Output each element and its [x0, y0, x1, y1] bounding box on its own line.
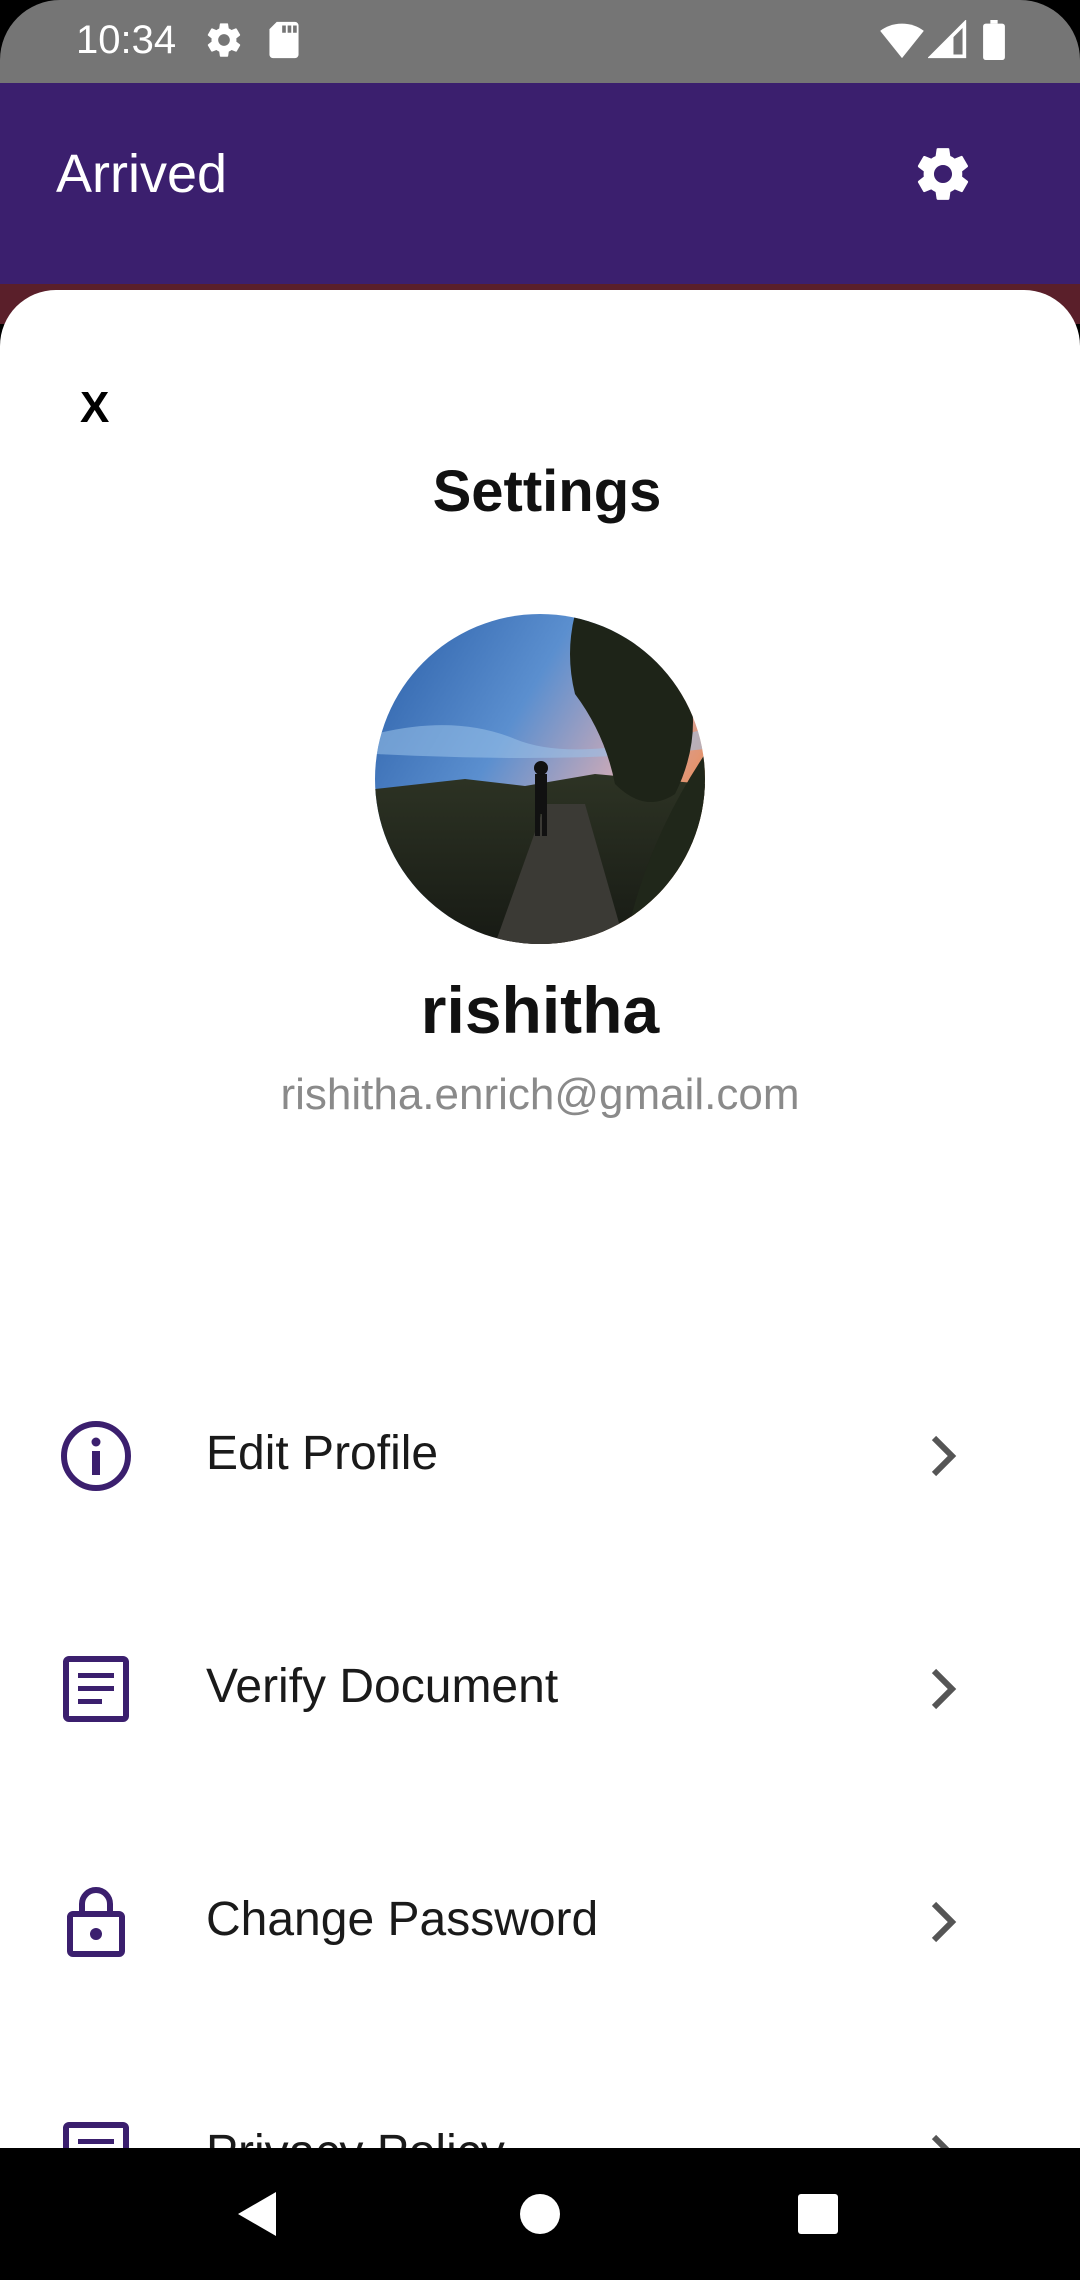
chevron-right-icon [924, 1665, 964, 1713]
user-name: rishitha [420, 973, 660, 1047]
menu-item-label: Privacy Policy [206, 2125, 505, 2148]
chevron-right-icon [924, 2131, 964, 2148]
settings-sheet: X Settings rishitha rishitha.enrich@gmai… [0, 290, 1080, 2148]
avatar[interactable] [375, 614, 705, 944]
gear-icon [204, 20, 244, 65]
document-icon [58, 1651, 134, 1727]
sd-card-icon [266, 20, 302, 65]
menu-item-edit-profile[interactable]: Edit Profile [0, 1362, 1080, 1542]
app-bar: Arrived [0, 83, 1080, 290]
home-icon[interactable] [520, 2194, 560, 2239]
battery-icon [982, 20, 1006, 65]
signal-icon [927, 19, 968, 65]
menu-item-edit-profile[interactable] [0, 290, 1080, 470]
chevron-right-icon [924, 1898, 964, 1946]
app-title: Arrived [56, 144, 228, 204]
user-email: rishitha.enrich@gmail.com [280, 1070, 800, 1119]
menu-item-privacy-policy[interactable]: Privacy Policy [0, 2061, 1080, 2148]
document-icon [58, 2117, 134, 2148]
status-time: 10:34 [76, 18, 177, 62]
info-icon [58, 1418, 134, 1494]
navigation-bar [0, 2148, 1080, 2280]
recents-icon[interactable] [798, 2194, 838, 2239]
menu-item-change-password[interactable]: Change Password [0, 1828, 1080, 2008]
wifi-icon [880, 20, 924, 65]
back-icon[interactable] [236, 2190, 280, 2243]
menu-item-verify-document[interactable]: Verify Document [0, 1595, 1080, 1775]
chevron-right-icon [924, 1432, 964, 1480]
menu-item-label: Verify Document [206, 1660, 559, 1713]
menu-item-label: Edit Profile [206, 1427, 439, 1480]
status-bar: 10:34 [0, 0, 1080, 83]
lock-icon [58, 1884, 134, 1960]
gear-icon[interactable] [912, 143, 974, 205]
menu-item-label: Change Password [206, 1893, 599, 1946]
